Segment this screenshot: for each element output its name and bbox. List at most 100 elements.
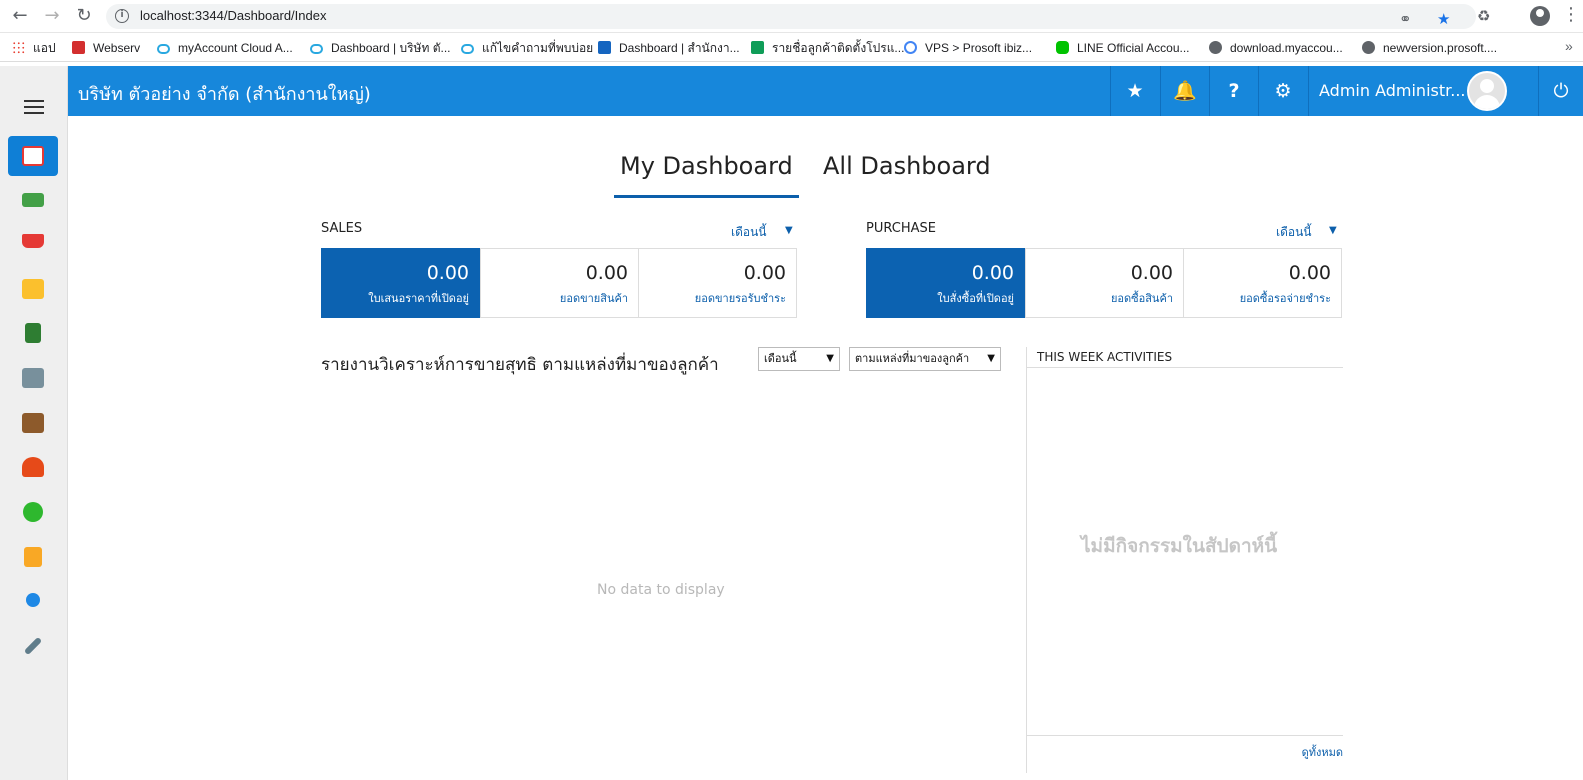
- bookmark-myaccount-cloud[interactable]: myAccount Cloud A...: [157, 40, 293, 56]
- purchase-period-dropdown[interactable]: เดือนนี้: [1276, 223, 1312, 242]
- kpi-label[interactable]: ใบเสนอราคาที่เปิดอยู่: [368, 289, 469, 307]
- sidebar-item-wallet[interactable]: [8, 403, 58, 443]
- select-value: เดือนนี้: [764, 352, 797, 365]
- bookmark-webserv[interactable]: Webserv: [72, 40, 140, 56]
- site-info-icon[interactable]: i: [115, 9, 129, 23]
- sidebar-item-ledger[interactable]: [8, 313, 58, 353]
- user-name[interactable]: Admin Administr...: [1319, 81, 1466, 100]
- activities-title: THIS WEEK ACTIVITIES: [1027, 347, 1343, 368]
- recycle-extension-icon[interactable]: ♻: [1477, 6, 1490, 26]
- purchase-title: PURCHASE: [866, 221, 936, 236]
- activities-panel: THIS WEEK ACTIVITIES ไม่มีกิจกรรมในสัปดา…: [1026, 347, 1343, 773]
- sidebar-item-search[interactable]: [8, 581, 58, 621]
- sidebar-item-employee[interactable]: [8, 447, 58, 487]
- line-icon: [1056, 41, 1069, 54]
- bookmark-faq[interactable]: แก้ไขคำถามที่พบบ่อย: [461, 40, 593, 56]
- bookmark-newversion[interactable]: newversion.prosoft....: [1362, 40, 1497, 56]
- company-name[interactable]: บริษัท ตัวอย่าง จำกัด (สำนักงานใหญ่): [78, 79, 371, 108]
- address-bar-url[interactable]: localhost:3344/Dashboard/Index: [140, 8, 326, 23]
- chevron-down-icon[interactable]: ▼: [785, 225, 793, 236]
- sidebar-item-approval[interactable]: [8, 492, 58, 532]
- chevron-down-icon: ▼: [826, 353, 834, 364]
- avatar[interactable]: [1467, 71, 1507, 111]
- chart-empty-message: No data to display: [597, 582, 725, 598]
- report-list-icon: [24, 547, 42, 567]
- bookmark-star-icon[interactable]: ★: [1437, 9, 1450, 29]
- chevron-down-icon: ▼: [987, 353, 995, 364]
- kpi-label[interactable]: ยอดซื้อรอจ่ายชำระ: [1240, 289, 1331, 307]
- bookmark-dashboard-office[interactable]: Dashboard | สำนักงา...: [598, 40, 740, 56]
- kpi-value: 0.00: [1288, 262, 1331, 284]
- hamburger-menu-icon[interactable]: [24, 100, 44, 116]
- google-icon: [904, 41, 917, 54]
- user-menu[interactable]: Admin Administr...: [1308, 66, 1538, 116]
- browser-profile-icon[interactable]: [1530, 6, 1550, 26]
- kpi-value: 0.00: [585, 262, 628, 284]
- sidebar-item-settings-tools[interactable]: [8, 626, 58, 666]
- power-logout-icon[interactable]: ⏻: [1538, 66, 1583, 116]
- forward-arrow-icon[interactable]: →: [40, 5, 64, 27]
- bank-icon: [22, 368, 44, 388]
- notification-bell-icon[interactable]: 🔔: [1160, 66, 1209, 116]
- dashboard-monitor-icon: [22, 146, 44, 166]
- sales-kpi-receivable[interactable]: 0.00 ยอดขายรอรับชำระ: [638, 248, 797, 318]
- bookmark-line-official[interactable]: LINE Official Accou...: [1056, 40, 1190, 56]
- check-circle-icon: [23, 502, 43, 522]
- box-icon: [22, 279, 44, 299]
- sidebar-item-bank[interactable]: [8, 358, 58, 398]
- chevron-down-icon[interactable]: ▼: [1329, 225, 1337, 236]
- view-all-link[interactable]: ดูทั้งหมด: [1302, 743, 1343, 761]
- kpi-label[interactable]: ยอดขายรอรับชำระ: [695, 289, 786, 307]
- sidebar-item-reports[interactable]: [8, 537, 58, 577]
- bookmark-download-myaccount[interactable]: download.myaccou...: [1209, 40, 1343, 56]
- kpi-label[interactable]: ใบสั่งซื้อที่เปิดอยู่: [937, 289, 1014, 307]
- sales-kpi-open-quotations[interactable]: 0.00 ใบเสนอราคาที่เปิดอยู่: [321, 248, 480, 318]
- bookmark-vps[interactable]: VPS > Prosoft ibiz...: [904, 40, 1032, 56]
- sales-kpi-product-sales[interactable]: 0.00 ยอดขายสินค้า: [480, 248, 639, 318]
- browser-menu-icon[interactable]: ⋮: [1562, 4, 1580, 26]
- sidebar-item-dashboard[interactable]: [8, 136, 58, 176]
- cloud-icon: [310, 44, 323, 54]
- report-group-select[interactable]: ตามแหล่งที่มาของลูกค้า ▼: [849, 347, 1001, 371]
- help-icon[interactable]: ?: [1209, 66, 1258, 116]
- cash-icon: [22, 193, 44, 207]
- key-icon[interactable]: ⚭: [1399, 9, 1412, 29]
- kpi-label[interactable]: ยอดซื้อสินค้า: [1111, 289, 1173, 307]
- sidebar-item-inventory[interactable]: [8, 269, 58, 309]
- kpi-label[interactable]: ยอดขายสินค้า: [560, 289, 628, 307]
- sales-period-dropdown[interactable]: เดือนนี้: [731, 223, 767, 242]
- purchase-kpi-open-orders[interactable]: 0.00 ใบสั่งซื้อที่เปิดอยู่: [866, 248, 1025, 318]
- select-value: ตามแหล่งที่มาของลูกค้า: [855, 352, 970, 365]
- bookmark-apps[interactable]: แอป: [12, 40, 56, 56]
- reload-icon[interactable]: ↻: [72, 5, 96, 27]
- tools-icon: [23, 636, 43, 656]
- sheets-icon: [751, 41, 764, 54]
- globe-icon: [1362, 41, 1375, 54]
- sales-title: SALES: [321, 221, 363, 236]
- globe-icon: [1209, 41, 1222, 54]
- gear-icon[interactable]: ⚙: [1258, 66, 1307, 116]
- cloud-icon: [157, 44, 170, 54]
- sidebar-item-cash[interactable]: [8, 180, 58, 220]
- address-bar[interactable]: i localhost:3344/Dashboard/Index ⚭ ★: [106, 4, 1476, 29]
- bookmarks-overflow-icon[interactable]: »: [1565, 38, 1573, 54]
- purchase-kpi-payable[interactable]: 0.00 ยอดซื้อรอจ่ายชำระ: [1183, 248, 1342, 318]
- tab-my-dashboard[interactable]: My Dashboard: [614, 150, 799, 198]
- sidebar: [0, 66, 68, 780]
- report-title: รายงานวิเคราะห์การขายสุทธิ ตามแหล่งที่มา…: [321, 355, 719, 375]
- employee-icon: [22, 457, 44, 477]
- search-zoom-icon: [26, 593, 40, 607]
- sidebar-item-sales[interactable]: [8, 224, 58, 264]
- back-arrow-icon[interactable]: ←: [8, 5, 32, 27]
- tab-all-dashboard[interactable]: All Dashboard: [817, 150, 997, 198]
- report-period-select[interactable]: เดือนนี้ ▼: [758, 347, 840, 371]
- favorites-star-icon[interactable]: ★: [1110, 66, 1159, 116]
- cloud-icon: [461, 44, 474, 54]
- activities-footer: ดูทั้งหมด: [1027, 735, 1343, 765]
- kpi-value: 0.00: [743, 262, 786, 284]
- wallet-icon: [22, 413, 44, 433]
- bookmark-customer-list[interactable]: รายชื่อลูกค้าติดตั้งโปรแ...: [751, 40, 904, 56]
- bookmark-dashboard-company[interactable]: Dashboard | บริษัท ตั...: [310, 40, 451, 56]
- kpi-value: 0.00: [426, 262, 469, 284]
- purchase-kpi-product-purchases[interactable]: 0.00 ยอดซื้อสินค้า: [1025, 248, 1184, 318]
